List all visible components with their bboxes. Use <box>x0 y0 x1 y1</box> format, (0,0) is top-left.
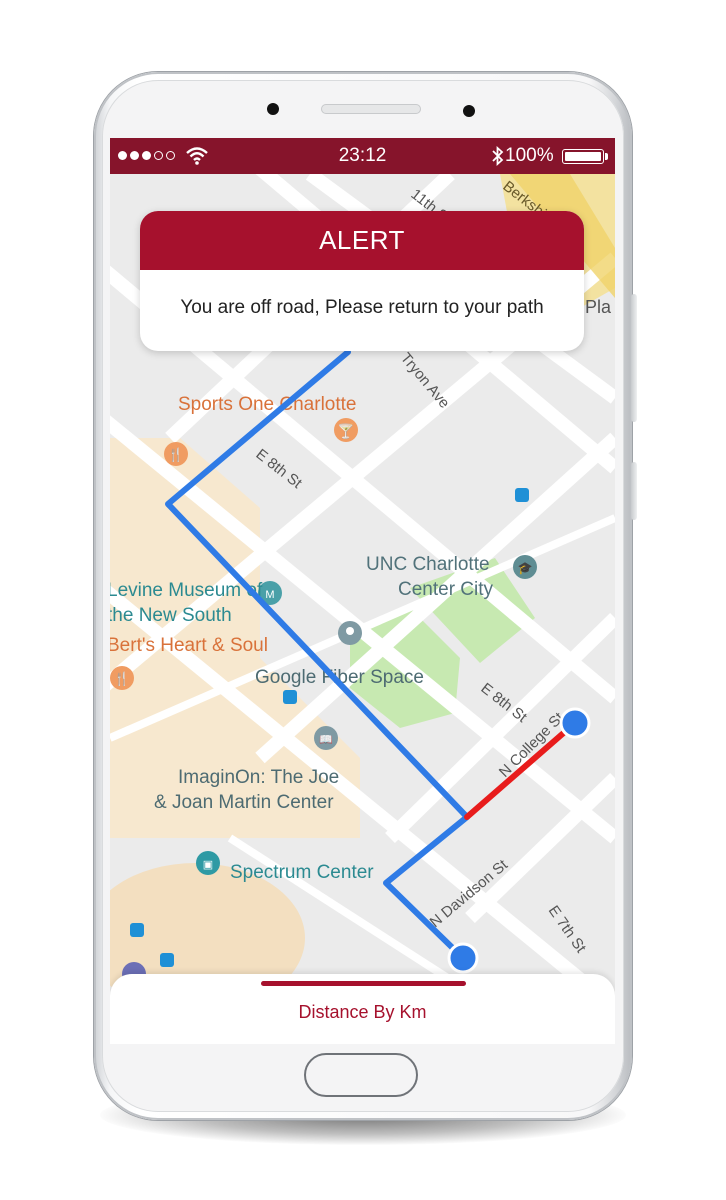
svg-text:Sports One Charlotte: Sports One Charlotte <box>178 394 356 415</box>
transit-icon <box>130 923 144 937</box>
svg-text:📖: 📖 <box>319 734 333 746</box>
alert-message: You are off road, Please return to your … <box>180 297 544 318</box>
drag-handle[interactable] <box>261 981 466 986</box>
sensor <box>463 105 475 117</box>
poi-pin-icon <box>338 621 362 645</box>
poi-bar-icon: 🍸 <box>334 418 358 442</box>
bottom-sheet[interactable]: Distance By Km <box>110 974 615 1044</box>
battery-percentage: 100% <box>505 145 554 166</box>
poi-arena-icon: ▣ <box>196 851 220 875</box>
svg-text:& Joan Martin Center: & Joan Martin Center <box>154 792 334 813</box>
power-button <box>631 462 637 520</box>
destination-marker <box>447 942 479 974</box>
svg-text:🍸: 🍸 <box>337 422 354 440</box>
volume-button <box>631 294 637 422</box>
current-location-marker <box>559 707 591 739</box>
transit-icon <box>515 488 529 502</box>
home-button[interactable] <box>304 1053 418 1097</box>
svg-text:the New South: the New South <box>110 605 232 626</box>
svg-text:M: M <box>265 589 274 601</box>
poi-school-icon: 🎓 <box>513 555 537 579</box>
svg-text:ImaginOn: The Joe: ImaginOn: The Joe <box>178 767 339 788</box>
earpiece-speaker <box>321 104 421 114</box>
poi-library-icon: 📖 <box>314 726 338 750</box>
transit-icon <box>160 953 174 967</box>
bluetooth-icon <box>492 146 504 166</box>
poi-restaurant-icon: 🍴 <box>110 666 134 690</box>
distance-label: Distance By Km <box>298 1002 427 1022</box>
front-camera <box>267 103 279 115</box>
status-bar: 23:12 100% <box>110 138 615 174</box>
svg-text:▣: ▣ <box>203 859 213 871</box>
alert-title: ALERT <box>140 211 584 270</box>
svg-text:🍴: 🍴 <box>168 447 184 463</box>
transit-icon <box>283 690 297 704</box>
poi-restaurant-icon: 🍴 <box>164 442 188 466</box>
battery-icon <box>562 149 604 164</box>
svg-text:🎓: 🎓 <box>518 561 533 575</box>
svg-text:UNC Charlotte: UNC Charlotte <box>366 554 490 575</box>
svg-text:Center City: Center City <box>398 579 494 600</box>
svg-text:Pla: Pla <box>585 297 612 317</box>
svg-text:Bert's Heart & Soul: Bert's Heart & Soul <box>110 635 268 656</box>
svg-text:🍴: 🍴 <box>114 671 130 687</box>
app-screen: 11th St Berkshire E 8th St E 8th St N Da… <box>110 138 615 1044</box>
alert-dialog: ALERT You are off road, Please return to… <box>140 211 584 351</box>
svg-text:Spectrum Center: Spectrum Center <box>230 862 374 883</box>
